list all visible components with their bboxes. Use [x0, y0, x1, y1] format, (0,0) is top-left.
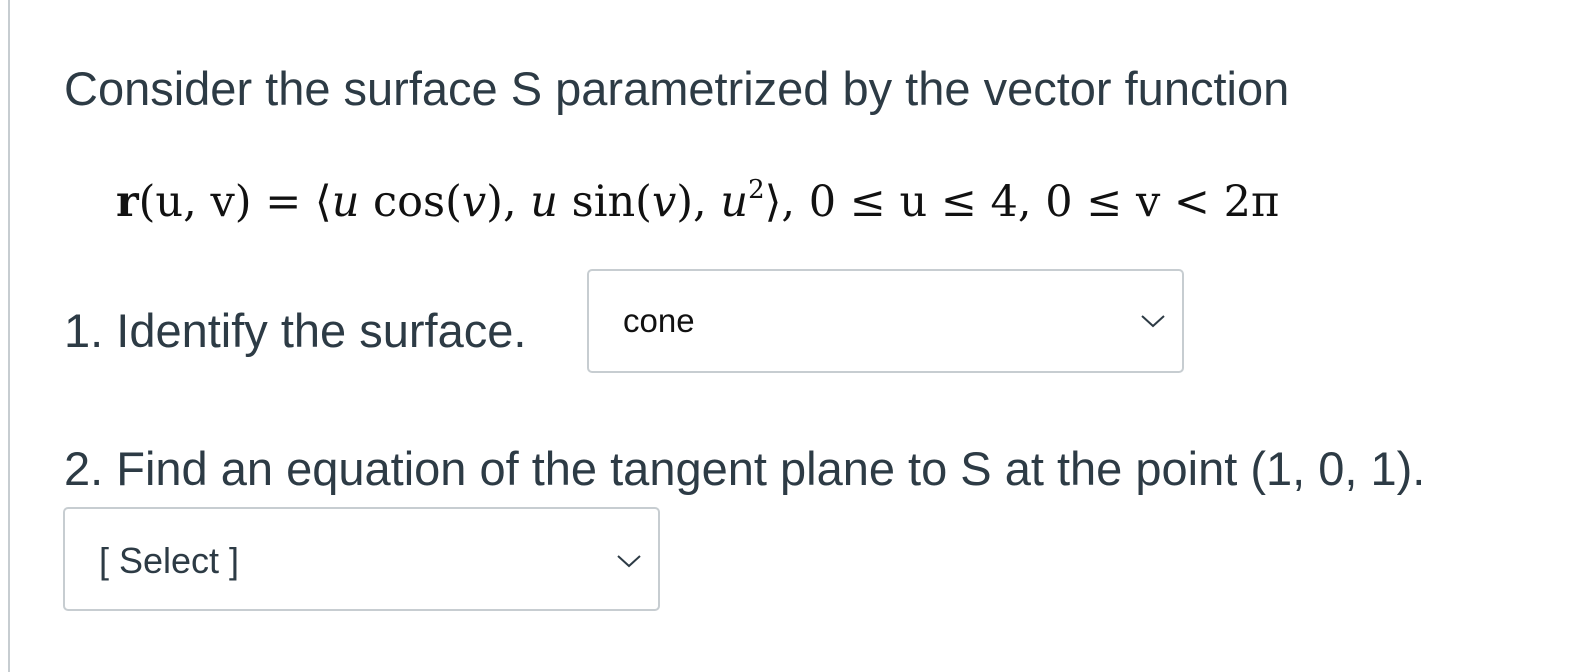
formula-domain-u: 0 ≤ u ≤ 4, — [808, 177, 1046, 227]
formula-fn-name: r — [116, 177, 139, 227]
formula-close-1: ), — [486, 177, 531, 227]
formula-args: (u, v) — [138, 177, 252, 227]
formula-exponent: 2 — [748, 175, 765, 205]
formula-cos: cos( — [359, 177, 462, 227]
formula-u-2: u — [530, 177, 558, 227]
surface-type-select[interactable]: cone — [587, 269, 1184, 373]
formula-u-3: u — [720, 177, 749, 227]
part-2-label: 2. Find an equation of the tangent plane… — [64, 442, 1426, 495]
question-intro: Consider the surface S parametrized by t… — [64, 62, 1290, 115]
chevron-down-icon — [617, 555, 641, 568]
formula-sin: sin( — [558, 177, 652, 227]
formula-v-1: v — [461, 177, 487, 227]
surface-type-selected-value: cone — [623, 302, 695, 339]
formula-close-bracket: ⟩, — [764, 177, 809, 227]
formula-equals: = — [251, 177, 315, 227]
formula-open-bracket: ⟨ — [314, 177, 332, 227]
formula-u-1: u — [331, 177, 360, 227]
tangent-plane-select[interactable]: [ Select ] — [63, 507, 660, 611]
formula-close-2: ), — [676, 177, 721, 227]
tangent-plane-selected-value: [ Select ] — [99, 540, 240, 581]
chevron-down-icon — [1141, 315, 1165, 328]
left-border — [8, 0, 10, 672]
part-1-label: 1. Identify the surface. — [64, 304, 527, 357]
formula-domain-v: 0 ≤ v < 2π — [1045, 177, 1280, 227]
vector-function-formula: r(u, v) = ⟨u cos(v), u sin(v), u2⟩, 0 ≤ … — [116, 172, 1279, 232]
formula-v-2: v — [651, 177, 677, 227]
